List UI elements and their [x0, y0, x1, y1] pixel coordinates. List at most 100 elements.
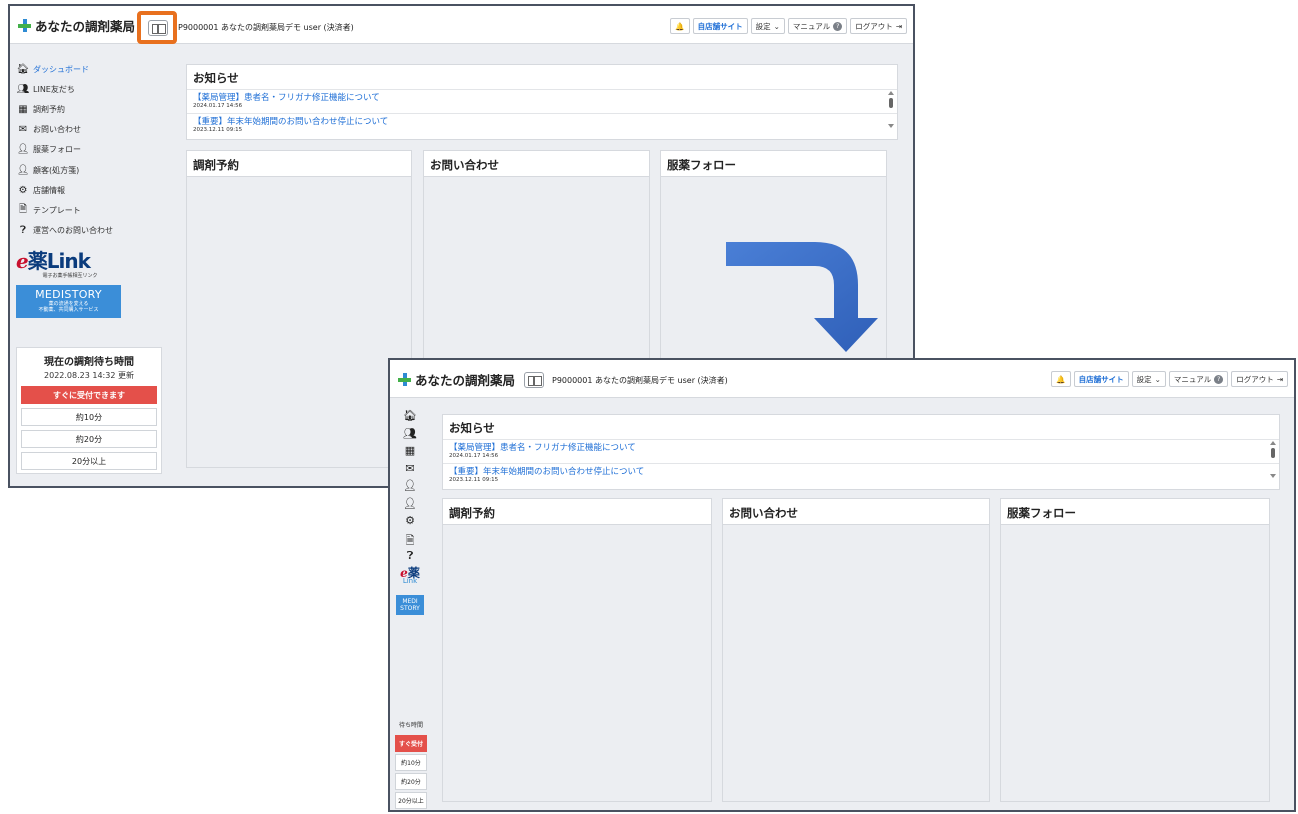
- notice-scrollbar[interactable]: [1270, 441, 1276, 486]
- sidebar-item-inquiries[interactable]: ✉ お問い合わせ: [10, 120, 176, 140]
- sidebar-item-medication-follow[interactable]: 👤︎ 服薬フォロー: [10, 140, 176, 160]
- sidebar-item-dashboard[interactable]: 🏠︎ ダッシュボード: [10, 59, 176, 79]
- settings-button[interactable]: 設定 ⌄: [1131, 371, 1166, 387]
- settings-button[interactable]: 設定 ⌄: [750, 18, 785, 34]
- notice-link[interactable]: 【薬局管理】患者名・フリガナ修正機能について: [449, 441, 1273, 453]
- notice-date: 2024.01.17 14:56: [449, 453, 499, 459]
- help-icon[interactable]: ❓︎: [390, 549, 430, 567]
- home-icon: 🏠︎: [16, 63, 30, 75]
- bell-icon[interactable]: 🔔: [1051, 371, 1071, 387]
- gear-icon: ⚙: [18, 184, 28, 196]
- sidebar-item-label: テンプレート: [33, 205, 81, 215]
- store-site-button[interactable]: 自店舗サイト: [1073, 371, 1129, 387]
- wait-20-button[interactable]: 約20分: [395, 773, 427, 790]
- home-icon[interactable]: 🏠︎: [390, 409, 430, 427]
- sidebar-item-support[interactable]: ❓︎ 運営へのお問い合わせ: [10, 221, 176, 241]
- app-logo[interactable]: あなたの調剤薬局: [18, 16, 135, 35]
- list-item[interactable]: 【重要】年末年始期間のお問い合わせ停止について 2023.12.11 09:15: [187, 113, 897, 137]
- notice-title: お知らせ: [193, 71, 239, 85]
- wait-time-mini: 待ち時間 すぐ受付 約10分 約20分 20分以上: [395, 719, 427, 809]
- medistory-sub2: 不動薬、共同購入サービス: [38, 306, 99, 313]
- wait-time-title: 現在の調剤待ち時間: [44, 357, 134, 368]
- notice-scrollbar[interactable]: [888, 91, 894, 136]
- mail-icon[interactable]: ✉: [390, 462, 430, 480]
- chevron-down-icon: ⌄: [773, 21, 780, 31]
- wait-now-button[interactable]: すぐ受付: [395, 735, 427, 752]
- logout-button[interactable]: ログアウト ⇥: [850, 18, 907, 34]
- elink-logo-mini[interactable]: e薬 Link: [390, 567, 430, 585]
- top-bar: あなたの調剤薬局 P9000001 あなたの調剤薬局デモ user (決済者) …: [390, 360, 1294, 398]
- medistory-banner-mini[interactable]: MEDI STORY: [396, 594, 424, 615]
- wait-10-button[interactable]: 約10分: [395, 754, 427, 771]
- notice-link[interactable]: 【重要】年末年始期間のお問い合わせ停止について: [193, 115, 891, 127]
- document-icon: 🗎: [18, 203, 28, 215]
- calendar-icon[interactable]: ▦: [390, 444, 430, 462]
- sidebar-item-label: ダッシュボード: [33, 64, 89, 74]
- elink-logo[interactable]: e薬Link 電子お薬手帳相互リンク: [16, 245, 124, 279]
- wait-now-button[interactable]: すぐに受付できます: [21, 386, 157, 404]
- wait-time-title: 待ち時間: [398, 722, 423, 729]
- medication-follow-panel: 服薬フォロー: [1000, 498, 1270, 802]
- pharmacy-cross-icon: [18, 19, 31, 32]
- medistory-title: MEDISTORY: [35, 287, 102, 301]
- sidebar-item-label: お問い合わせ: [33, 125, 81, 135]
- wait-10-button[interactable]: 約10分: [21, 408, 157, 426]
- store-name: P9000001 あなたの調剤薬局デモ user (決済者): [552, 376, 728, 385]
- users-icon[interactable]: 👥︎: [390, 427, 430, 445]
- mail-icon: ✉: [18, 124, 28, 136]
- store-name: P9000001 あなたの調剤薬局デモ user (決済者): [178, 23, 354, 32]
- sidebar: 🏠︎ ダッシュボード 👥︎ LINE友だち ▦ 調剤予約 ✉ お問い合わせ 👤︎ 服薬フォ…: [10, 45, 176, 486]
- logout-button[interactable]: ログアウト ⇥: [1231, 371, 1288, 387]
- document-icon[interactable]: 🗎: [390, 532, 430, 550]
- panel-title: お問い合わせ: [723, 499, 989, 525]
- list-item[interactable]: 【薬局管理】患者名・フリガナ修正機能について 2024.01.17 14:56: [443, 439, 1279, 463]
- app-title: あなたの調剤薬局: [415, 373, 516, 388]
- sidebar-item-customers[interactable]: 👤︎ 顧客(処方箋): [10, 160, 176, 180]
- customer-icon[interactable]: 👤︎: [390, 497, 430, 515]
- pharmacy-cross-icon: [398, 373, 411, 386]
- manual-label: マニュアル: [1173, 374, 1212, 384]
- notice-panel: お知らせ 【薬局管理】患者名・フリガナ修正機能について 2024.01.17 1…: [442, 414, 1280, 490]
- wait-20-button[interactable]: 約20分: [21, 430, 157, 448]
- help-icon: ?: [833, 21, 843, 31]
- store-site-button[interactable]: 自店舗サイト: [692, 18, 748, 34]
- sidebar-toggle-icon[interactable]: [148, 20, 168, 36]
- customer-icon: 👤︎: [16, 164, 30, 176]
- inquiry-panel: お問い合わせ: [722, 498, 990, 802]
- logout-icon: ⇥: [1276, 374, 1283, 384]
- sidebar-item-line-friends[interactable]: 👥︎ LINE友だち: [10, 79, 176, 99]
- header-actions: 🔔 自店舗サイト 設定 ⌄ マニュアル? ログアウト ⇥: [670, 18, 907, 34]
- list-item[interactable]: 【薬局管理】患者名・フリガナ修正機能について 2024.01.17 14:56: [187, 89, 897, 113]
- chevron-down-icon: ⌄: [1154, 374, 1161, 384]
- gear-icon[interactable]: ⚙: [390, 514, 430, 532]
- bell-icon[interactable]: 🔔: [670, 18, 690, 34]
- sidebar-item-templates[interactable]: 🗎 テンプレート: [10, 200, 176, 220]
- sidebar-item-store-info[interactable]: ⚙ 店舗情報: [10, 180, 176, 200]
- manual-label: マニュアル: [792, 21, 831, 31]
- sidebar-item-label: 調剤予約: [33, 104, 65, 114]
- notice-link[interactable]: 【重要】年末年始期間のお問い合わせ停止について: [449, 465, 1273, 477]
- notice-panel: お知らせ 【薬局管理】患者名・フリガナ修正機能について 2024.01.17 1…: [186, 64, 898, 140]
- medistory-banner[interactable]: MEDISTORY 薬の流通を変える 不動薬、共同購入サービス: [16, 284, 121, 318]
- pharmacist-icon[interactable]: 👤︎: [390, 479, 430, 497]
- header-actions: 🔔 自店舗サイト 設定 ⌄ マニュアル? ログアウト ⇥: [1051, 371, 1288, 387]
- manual-button[interactable]: マニュアル?: [787, 18, 848, 34]
- reservation-panel: 調剤予約: [442, 498, 712, 802]
- sidebar-item-label: 服薬フォロー: [33, 145, 81, 155]
- panel-title: 調剤予約: [187, 151, 411, 177]
- list-item[interactable]: 【重要】年末年始期間のお問い合わせ停止について 2023.12.11 09:15: [443, 463, 1279, 487]
- wait-time-updated: 2022.08.23 14:32 更新: [44, 371, 134, 380]
- wait-20plus-button[interactable]: 20分以上: [21, 452, 157, 470]
- settings-label: 設定: [755, 21, 771, 31]
- elink-link: Link: [402, 576, 418, 585]
- wait-20plus-button[interactable]: 20分以上: [395, 792, 427, 809]
- app-logo[interactable]: あなたの調剤薬局: [398, 370, 515, 389]
- manual-button[interactable]: マニュアル?: [1168, 371, 1229, 387]
- sidebar-item-reservations[interactable]: ▦ 調剤予約: [10, 99, 176, 119]
- top-bar: あなたの調剤薬局 P9000001 あなたの調剤薬局デモ user (決済者) …: [10, 6, 913, 44]
- notice-date: 2023.12.11 09:15: [193, 127, 243, 133]
- sidebar-toggle-icon[interactable]: [524, 372, 544, 388]
- help-icon: ?: [1214, 374, 1224, 384]
- pharmacist-icon: 👤︎: [16, 144, 30, 156]
- notice-link[interactable]: 【薬局管理】患者名・フリガナ修正機能について: [193, 91, 891, 103]
